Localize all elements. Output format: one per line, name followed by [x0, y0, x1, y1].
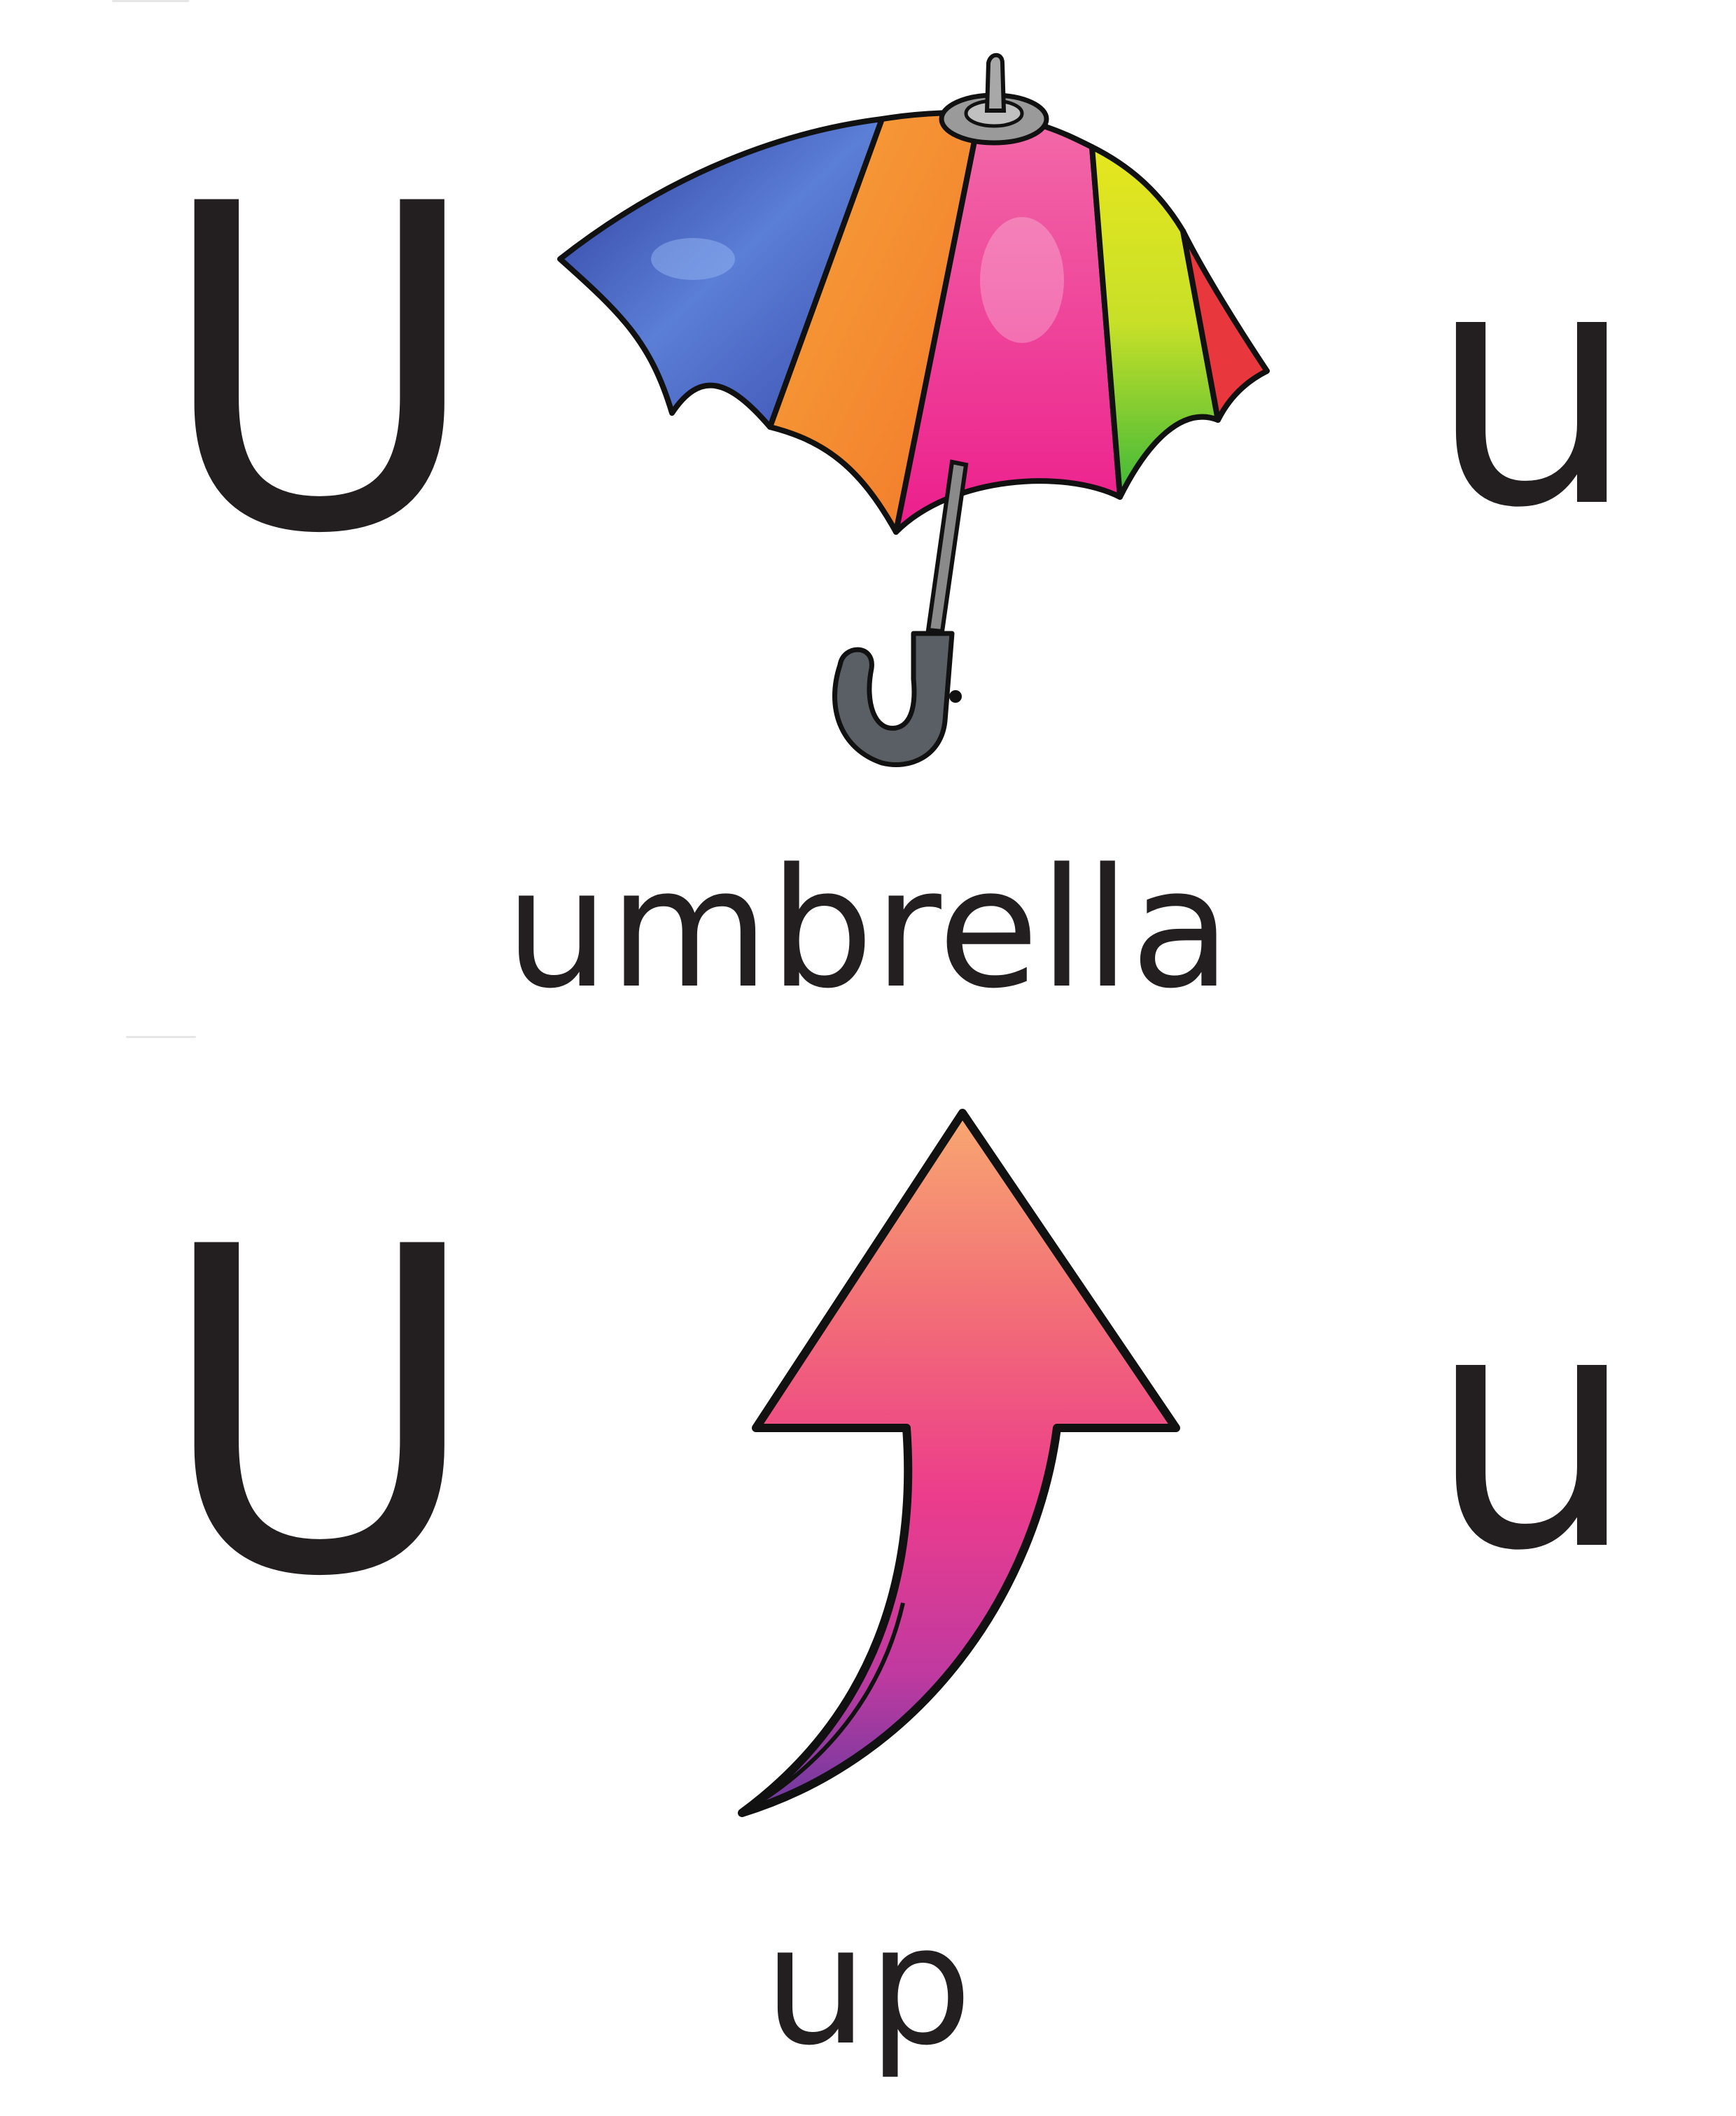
picture-word: umbrella	[505, 834, 1231, 1025]
letter-card-up: U u up	[0, 1036, 1736, 2116]
lowercase-letter: u	[1428, 197, 1637, 580]
umbrella-icon	[557, 52, 1270, 767]
letter-card-umbrella: U u umbrella	[0, 0, 1736, 1036]
picture-word: up	[763, 1891, 973, 2082]
up-arrow-icon	[738, 1109, 1180, 1817]
uppercase-letter: U	[155, 110, 484, 631]
uppercase-letter: U	[155, 1153, 484, 1674]
divider-mark	[126, 1036, 196, 1038]
lowercase-letter: u	[1428, 1240, 1637, 1623]
divider-mark	[112, 0, 189, 2]
